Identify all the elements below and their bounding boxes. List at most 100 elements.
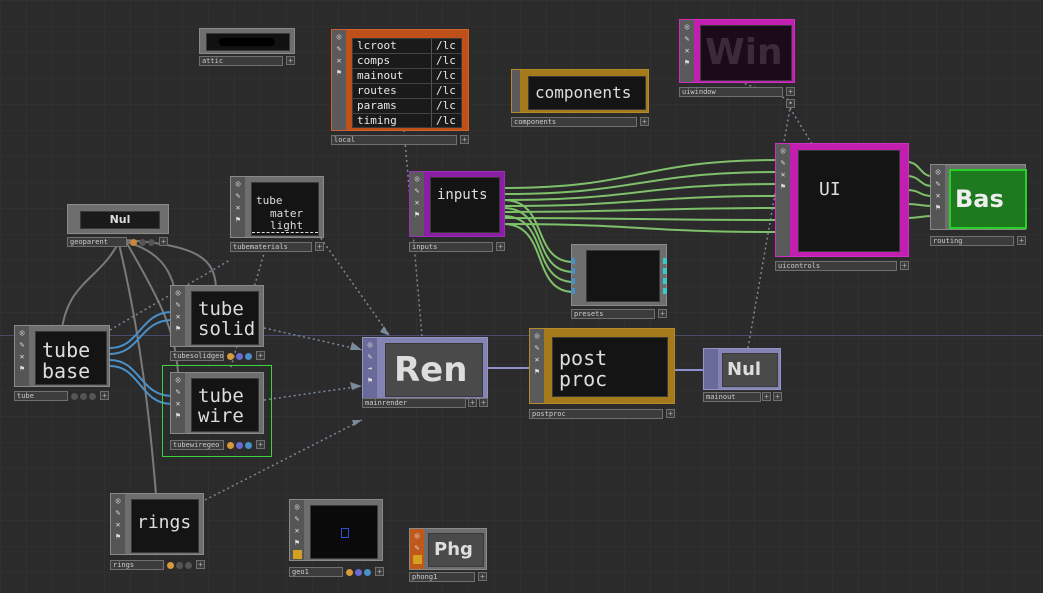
node-icon-strip[interactable]: ◎ ✎ ✕ ⚑ — [530, 329, 544, 403]
circle-target-icon[interactable]: ◎ — [683, 22, 692, 31]
node-icon-strip[interactable]: ◎ ✎ ✕ ⚑ — [290, 500, 304, 560]
output-port[interactable] — [663, 278, 667, 284]
pencil-icon[interactable]: ✎ — [779, 158, 788, 167]
node-name[interactable]: uiwindow — [679, 87, 783, 97]
x-icon[interactable]: ✕ — [174, 312, 183, 321]
plus-icon[interactable]: + — [666, 409, 675, 418]
plus-icon[interactable]: + — [762, 392, 771, 401]
presets-node[interactable] — [571, 244, 667, 306]
flag-icon[interactable]: ⚑ — [683, 58, 692, 67]
geo1-node[interactable]: ◎ ✎ ✕ ⚑ — [289, 499, 383, 561]
output-port[interactable] — [663, 268, 667, 274]
plus-icon[interactable]: + — [496, 242, 505, 251]
arrow-icon[interactable]: ➔ — [366, 364, 375, 373]
pencil-icon[interactable]: ✎ — [413, 543, 422, 552]
circle-target-icon[interactable]: ◎ — [293, 502, 302, 511]
mainrender-node[interactable]: ◎ ✎ ➔ ⚑ Ren — [362, 337, 488, 399]
node-icon-strip[interactable]: ◎ ✎ ✕ ⚑ — [680, 20, 694, 82]
inputs-node[interactable]: ◎ ✎ ✕ ⚑ inputs — [409, 171, 505, 237]
x-icon[interactable]: ✕ — [779, 170, 788, 179]
node-name[interactable]: tubewiregeo — [170, 440, 224, 450]
pencil-icon[interactable]: ✎ — [413, 186, 422, 195]
node-name[interactable]: geo1 — [289, 567, 343, 577]
node-icon-strip[interactable]: ◎ ✎ ✕ ⚑ — [15, 326, 29, 386]
attic-node[interactable] — [199, 28, 295, 54]
node-name[interactable]: local — [331, 135, 457, 145]
flag-icon[interactable]: ⚑ — [413, 210, 422, 219]
flag-icon[interactable]: ⚑ — [293, 538, 302, 547]
flag-dots[interactable] — [167, 560, 192, 570]
plus-icon[interactable]: + — [256, 440, 265, 449]
plus-icon[interactable]: + — [468, 398, 477, 407]
node-icon-strip[interactable]: ◎ ✎ ✕ ⚑ — [931, 165, 945, 229]
node-name[interactable]: phong1 — [409, 572, 475, 582]
plus-icon[interactable]: + — [256, 351, 265, 360]
plus-icon[interactable]: + — [159, 237, 168, 246]
pencil-icon[interactable]: ✎ — [174, 300, 183, 309]
plus-icon[interactable]: + — [196, 560, 205, 569]
phong1-node[interactable]: ◎ ✎ Phg — [409, 528, 487, 570]
x-icon[interactable]: ✕ — [18, 352, 27, 361]
tubesolidgeo-node[interactable]: ◎ ✎ ✕ ⚑ tube solid — [170, 285, 264, 347]
plus-icon[interactable]: + — [286, 56, 295, 65]
plus-icon[interactable]: + — [315, 242, 324, 251]
node-icon-strip[interactable]: ◎ ✎ ✕ ⚑ — [171, 373, 185, 433]
circle-target-icon[interactable]: ◎ — [413, 174, 422, 183]
circle-target-icon[interactable]: ◎ — [335, 32, 344, 41]
x-icon[interactable]: ✕ — [234, 203, 243, 212]
node-name[interactable]: mainrender — [362, 398, 466, 408]
circle-target-icon[interactable]: ◎ — [174, 375, 183, 384]
node-icon-strip[interactable]: ◎ ✎ ➔ ⚑ — [363, 338, 377, 398]
flag-icon[interactable]: ⚑ — [174, 411, 183, 420]
flag-icon[interactable]: ⚑ — [18, 364, 27, 373]
circle-target-icon[interactable]: ◎ — [174, 288, 183, 297]
plus-icon[interactable]: + — [1017, 236, 1026, 245]
flag-icon[interactable]: ⚑ — [114, 532, 123, 541]
node-name[interactable]: uicontrols — [775, 261, 897, 271]
pencil-icon[interactable]: ✎ — [18, 340, 27, 349]
uicontrols-node[interactable]: ◎ ✎ ✕ ⚑ UI — [775, 143, 909, 257]
flag-dots[interactable] — [227, 440, 252, 450]
node-name[interactable]: attic — [199, 56, 283, 66]
circle-target-icon[interactable]: ◎ — [18, 328, 27, 337]
pencil-icon[interactable]: ✎ — [533, 343, 542, 352]
input-port[interactable] — [571, 288, 575, 294]
flag-icon[interactable]: ⚑ — [234, 215, 243, 224]
plus-icon[interactable]: + — [786, 87, 795, 96]
routing-node[interactable]: ◎ ✎ ✕ ⚑ Bas — [930, 164, 1027, 230]
rings-node[interactable]: ◎ ✎ ✕ ⚑ rings — [110, 493, 204, 555]
node-icon-strip[interactable]: ◎ ✎ ✕ ⚑ — [171, 286, 185, 346]
x-icon[interactable]: ✕ — [114, 520, 123, 529]
plus-icon[interactable]: • — [786, 99, 795, 108]
node-name[interactable]: tube — [14, 391, 68, 401]
bug-icon[interactable] — [292, 550, 302, 559]
flag-icon[interactable]: ⚑ — [174, 324, 183, 333]
circle-target-icon[interactable]: ◎ — [934, 167, 943, 176]
node-icon-strip[interactable]: ◎ ✎ ✕ ⚑ — [231, 177, 245, 237]
tube-node[interactable]: ◎ ✎ ✕ ⚑ tube base — [14, 325, 110, 387]
node-icon-strip[interactable]: ◎ ✎ ✕ ⚑ — [111, 494, 125, 554]
flag-icon[interactable]: ⚑ — [533, 367, 542, 376]
plus-icon[interactable]: + — [773, 392, 782, 401]
node-name[interactable]: rings — [110, 560, 164, 570]
node-icon-strip[interactable]: ◎ ✎ — [410, 529, 424, 569]
mainout-node[interactable]: Nul — [703, 348, 781, 390]
plus-icon[interactable]: + — [640, 117, 649, 126]
plus-icon[interactable]: + — [658, 309, 667, 318]
x-icon[interactable]: ✕ — [413, 198, 422, 207]
plus-icon[interactable]: + — [375, 567, 384, 576]
output-port[interactable] — [663, 288, 667, 294]
flag-dots[interactable] — [71, 391, 96, 401]
node-icon-strip[interactable]: ◎ ✎ ✕ ⚑ — [410, 172, 424, 236]
node-name[interactable]: inputs — [409, 242, 493, 252]
node-name[interactable]: postproc — [529, 409, 663, 419]
pencil-icon[interactable]: ✎ — [174, 387, 183, 396]
plus-icon[interactable]: + — [900, 261, 909, 270]
x-icon[interactable]: ✕ — [174, 399, 183, 408]
flag-icon[interactable]: ⚑ — [335, 68, 344, 77]
bug-icon[interactable] — [412, 555, 422, 564]
circle-target-icon[interactable]: ◎ — [533, 331, 542, 340]
pencil-icon[interactable]: ✎ — [934, 179, 943, 188]
x-icon[interactable]: ✕ — [683, 46, 692, 55]
x-icon[interactable]: ✕ — [533, 355, 542, 364]
